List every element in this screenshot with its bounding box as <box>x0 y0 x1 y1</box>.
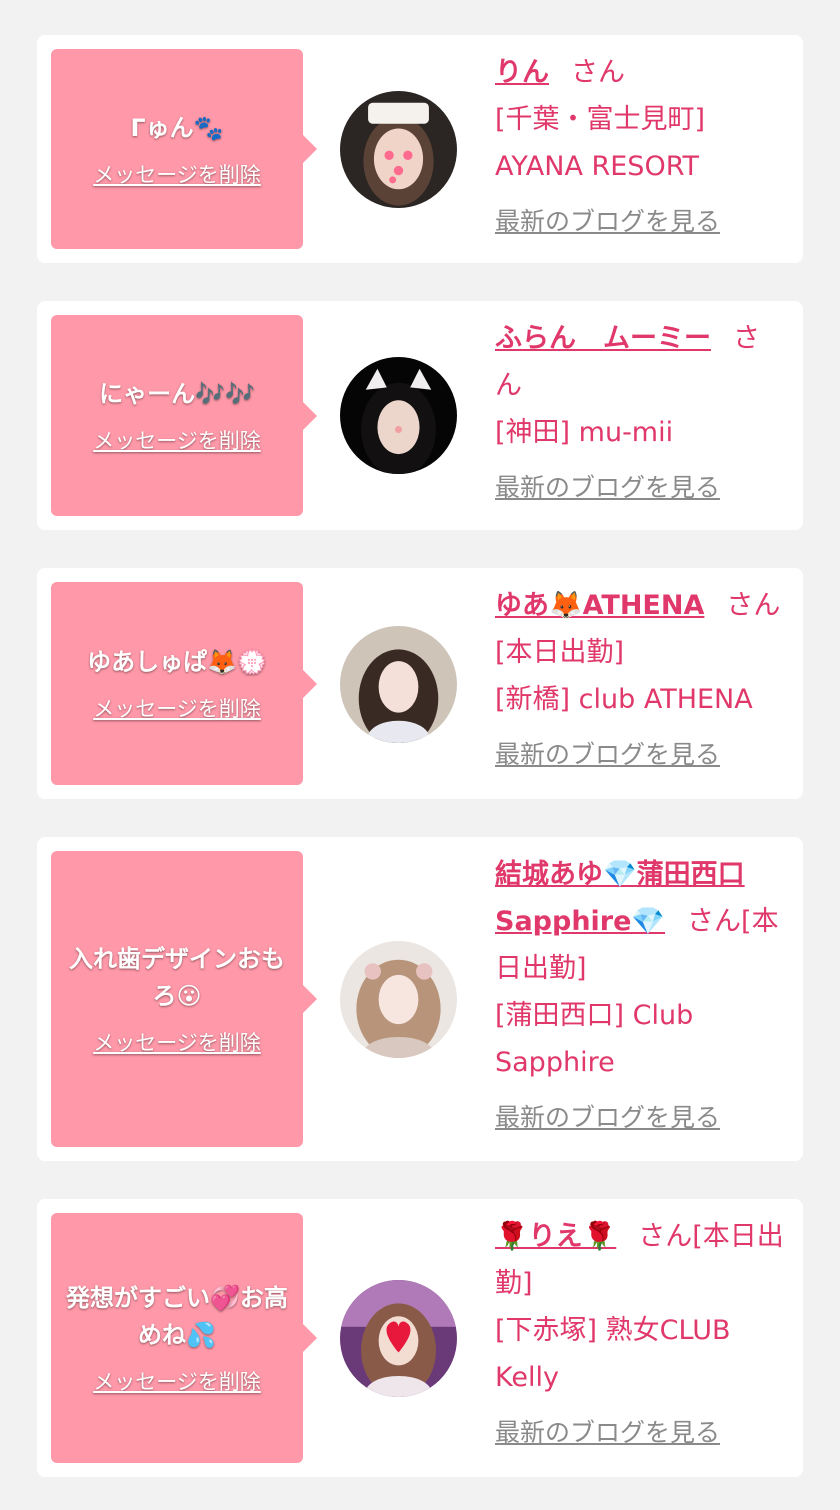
sender-info: りん さん [千葉・富士見町] AYANA RESORT 最新のブログを見る <box>495 49 785 242</box>
avatar-image <box>340 91 457 208</box>
message-bubble: ゆあしゅぱ🦊💮 メッセージを削除 <box>51 582 317 785</box>
message-bubble: にゃーん🎶🎶 メッセージを削除 <box>51 315 317 516</box>
shop-label: [蒲田西口] Club Sapphire <box>495 1000 694 1078</box>
message-card: ᒥゅん🐾 メッセージを削除 りん さん [千葉・富士見町] AYANA RESOR… <box>37 35 803 263</box>
shop-label: [下赤塚] 熟女CLUB Kelly <box>495 1315 731 1393</box>
avatar[interactable] <box>340 941 457 1058</box>
honorific: さん <box>638 1221 693 1252</box>
message-card: にゃーん🎶🎶 メッセージを削除 ふらん ムーミー さん [神田] mu-mii 最… <box>37 301 803 530</box>
message-bubble: 発想がすごい💞お高めね💦 メッセージを削除 <box>51 1213 317 1463</box>
message-bubble: ᒥゅん🐾 メッセージを削除 <box>51 49 317 249</box>
shop-label: [新橋] club ATHENA <box>495 684 753 715</box>
latest-blog-link[interactable]: 最新のブログを見る <box>495 202 785 242</box>
shop-label: [神田] mu-mii <box>495 417 674 448</box>
latest-blog-link[interactable]: 最新のブログを見る <box>495 468 785 508</box>
delete-message-link[interactable]: メッセージを削除 <box>93 159 261 189</box>
delete-message-link[interactable]: メッセージを削除 <box>93 693 261 723</box>
latest-blog-link[interactable]: 最新のブログを見る <box>495 1098 785 1138</box>
sender-info: 結城あゆ💎蒲田西口Sapphire💎 さん[本日出勤] [蒲田西口] Club S… <box>495 851 785 1138</box>
message-text: 発想がすごい💞お高めね💦 <box>66 1284 288 1349</box>
honorific: さん <box>726 590 781 621</box>
sender-name-link[interactable]: 🌹りえ🌹 <box>495 1221 616 1252</box>
sender-info: 🌹りえ🌹 さん[本日出勤] [下赤塚] 熟女CLUB Kelly 最新のブログを見… <box>495 1213 785 1453</box>
delete-message-link[interactable]: メッセージを削除 <box>93 1366 261 1396</box>
message-list: ᒥゅん🐾 メッセージを削除 りん さん [千葉・富士見町] AYANA RESOR… <box>0 0 840 1510</box>
avatar-image <box>340 1280 457 1397</box>
sender-name-link[interactable]: ゆあ🦊ATHENA <box>495 590 704 621</box>
latest-blog-link[interactable]: 最新のブログを見る <box>495 1413 785 1453</box>
delete-message-link[interactable]: メッセージを削除 <box>93 425 261 455</box>
sender-info: ふらん ムーミー さん [神田] mu-mii 最新のブログを見る <box>495 315 785 508</box>
avatar[interactable] <box>340 1280 457 1397</box>
honorific: さん <box>571 57 625 88</box>
message-card: 入れ歯デザインおもろ😮 メッセージを削除 結城あゆ💎蒲田西口Sapphire💎 さ… <box>37 837 803 1161</box>
sender-name-link[interactable]: りん <box>495 57 549 88</box>
avatar[interactable] <box>340 357 457 474</box>
avatar-image <box>340 626 457 743</box>
message-bubble: 入れ歯デザインおもろ😮 メッセージを削除 <box>51 851 317 1147</box>
sender-name-link[interactable]: ふらん ムーミー <box>495 323 711 354</box>
shop-label: [千葉・富士見町] AYANA RESORT <box>495 104 706 182</box>
message-text: ゆあしゅぱ🦊💮 <box>87 648 267 676</box>
honorific: さん <box>687 906 742 937</box>
delete-message-link[interactable]: メッセージを削除 <box>93 1027 261 1057</box>
avatar-image <box>340 941 457 1058</box>
sender-info: ゆあ🦊ATHENA さん [本日出勤] [新橋] club ATHENA 最新のブロ… <box>495 582 785 775</box>
avatar[interactable] <box>340 626 457 743</box>
message-text: ᒥゅん🐾 <box>130 113 224 142</box>
message-card: ゆあしゅぱ🦊💮 メッセージを削除 ゆあ🦊ATHENA さん [本日出勤] [新橋] … <box>37 568 803 799</box>
avatar[interactable] <box>340 91 457 208</box>
message-text: にゃーん🎶🎶 <box>99 380 255 408</box>
avatar-image <box>340 357 457 474</box>
message-text: 入れ歯デザインおもろ😮 <box>69 945 285 1010</box>
status-label: [本日出勤] <box>495 637 625 668</box>
message-card: 発想がすごい💞お高めね💦 メッセージを削除 🌹りえ🌹 さん[本日出勤] [下赤塚]… <box>37 1199 803 1477</box>
latest-blog-link[interactable]: 最新のブログを見る <box>495 735 785 775</box>
